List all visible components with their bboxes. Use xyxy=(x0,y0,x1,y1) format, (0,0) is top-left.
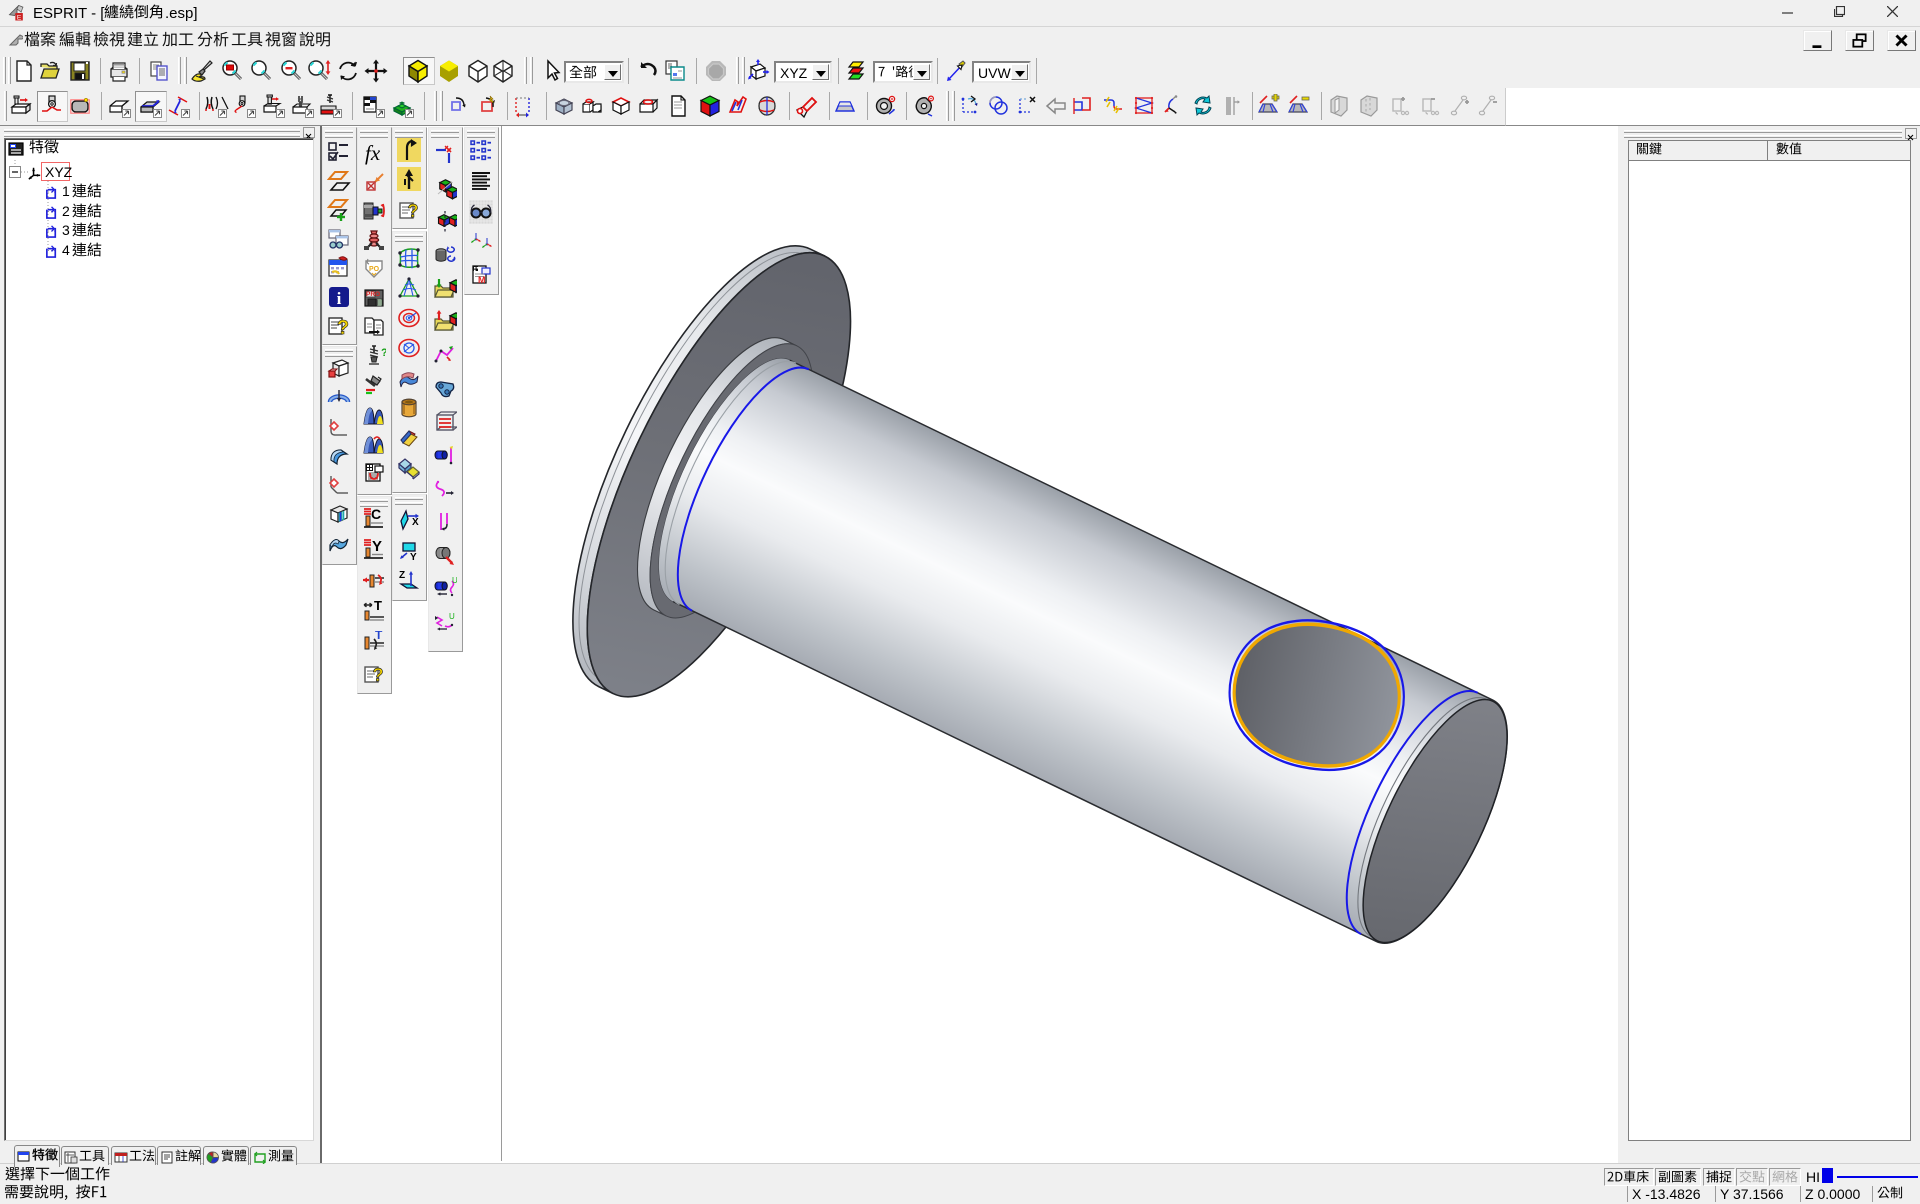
svg-text:fx: fx xyxy=(365,141,381,165)
svg-text:X: X xyxy=(412,517,419,528)
svg-text:C: C xyxy=(371,507,381,522)
svg-text:Y: Y xyxy=(372,538,382,555)
svg-text:U: U xyxy=(452,577,457,585)
svg-text:PO: PO xyxy=(369,266,380,273)
svg-text:?: ? xyxy=(381,347,386,359)
svg-text:?: ? xyxy=(337,317,349,338)
svg-text:T: T xyxy=(375,631,383,642)
svg-text:i: i xyxy=(337,289,342,308)
svg-text:T: T xyxy=(374,600,382,613)
svg-text:?: ? xyxy=(373,665,384,685)
svg-text:Z: Z xyxy=(399,570,405,581)
svg-text:E: E xyxy=(17,14,22,21)
svg-text:PRO: PRO xyxy=(366,291,380,298)
svg-text:M: M xyxy=(478,275,486,285)
svg-text:?: ? xyxy=(408,201,419,221)
svg-text:U: U xyxy=(449,612,455,621)
svg-text:Y: Y xyxy=(410,552,417,561)
